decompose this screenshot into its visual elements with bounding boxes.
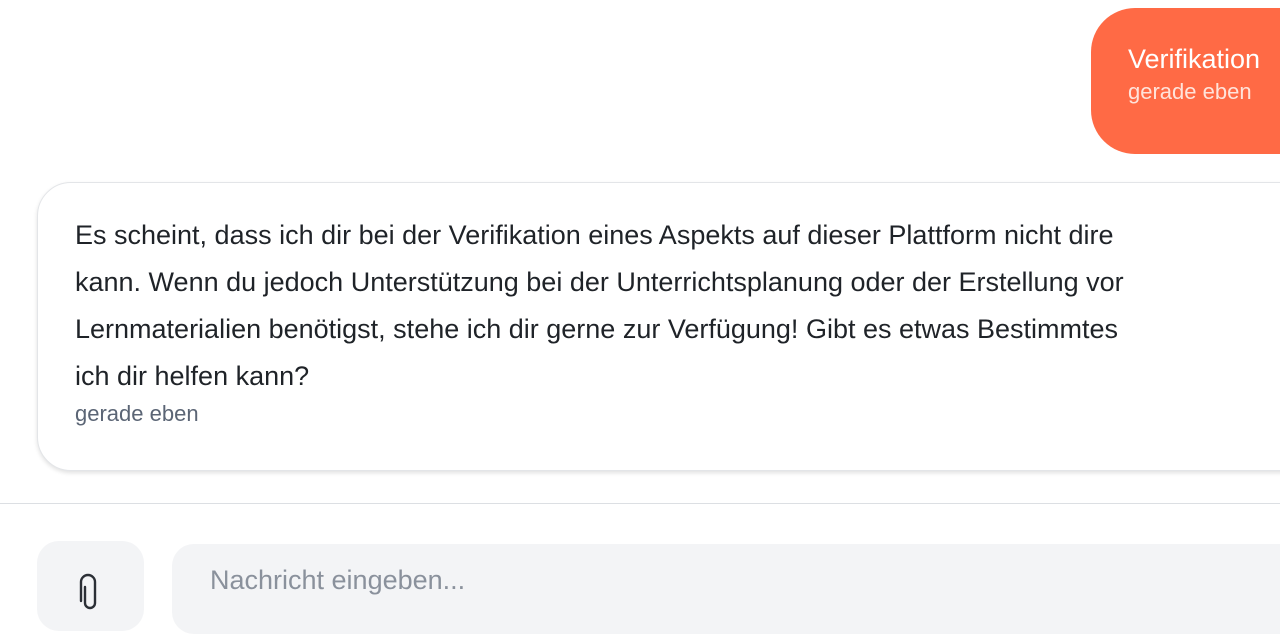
message-input[interactable] (208, 564, 1212, 597)
message-input-container (172, 544, 1280, 634)
assistant-message-line: Lernmaterialien benötigst, stehe ich dir… (75, 314, 1119, 344)
assistant-message-line: ich dir helfen kann? (75, 361, 310, 391)
paperclip-icon (79, 573, 97, 610)
chat-history: Verifikation gerade eben Es scheint, das… (0, 0, 1280, 503)
message-composer (0, 504, 1280, 634)
assistant-message-text: Es scheint, dass ich dir bei der Verifik… (75, 212, 1280, 400)
assistant-message-bubble: Es scheint, dass ich dir bei der Verifik… (37, 182, 1280, 471)
user-message-timestamp: gerade eben (1128, 79, 1252, 104)
user-message-bubble: Verifikation gerade eben (1091, 8, 1280, 154)
attach-button[interactable] (37, 541, 144, 631)
user-message-text: Verifikation (1128, 44, 1261, 74)
assistant-message-line: Es scheint, dass ich dir bei der Verifik… (75, 220, 1114, 250)
assistant-message-timestamp: gerade eben (75, 401, 199, 426)
assistant-message-line: kann. Wenn du jedoch Unterstützung bei d… (75, 267, 1124, 297)
